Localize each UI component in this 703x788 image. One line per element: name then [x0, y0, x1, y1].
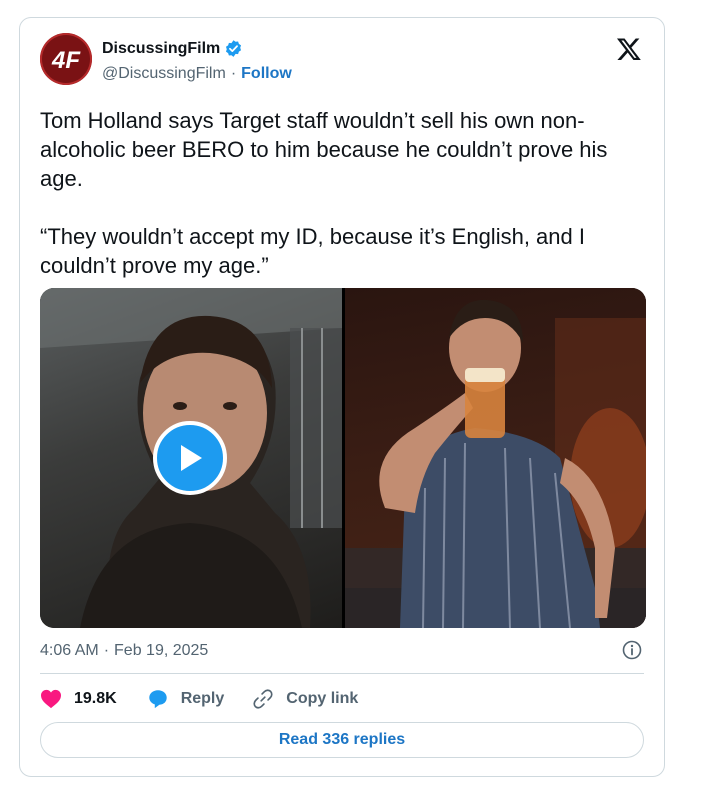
tweet-paragraph: Tom Holland says Target staff wouldn’t s… [40, 108, 608, 191]
action-bar: 19.8K Reply Copy link [40, 684, 358, 714]
reply-label: Reply [180, 690, 225, 707]
like-count: 19.8K [74, 690, 117, 707]
play-button[interactable] [153, 421, 227, 495]
media-grid [40, 288, 646, 628]
tweet-paragraph: “They wouldn’t accept my ID, because it’… [40, 224, 585, 278]
timestamp[interactable]: 4:06 AM · Feb 19, 2025 [40, 642, 208, 660]
reply-bubble-icon [147, 688, 169, 710]
link-icon [252, 688, 274, 710]
reply-button[interactable]: Reply [147, 688, 225, 710]
video-thumbnail[interactable] [40, 288, 342, 628]
author-name[interactable]: DiscussingFilm [102, 40, 220, 58]
copy-link-label: Copy link [286, 690, 359, 707]
read-replies-button[interactable]: Read 336 replies [40, 722, 644, 758]
photo[interactable] [345, 288, 646, 628]
author-name-row: DiscussingFilm [102, 39, 243, 58]
like-button[interactable]: 19.8K [40, 689, 117, 709]
verified-badge-icon [224, 39, 243, 58]
separator: · [230, 65, 237, 82]
photo-image [345, 299, 646, 628]
tweet-time: 4:06 AM [40, 642, 99, 659]
copy-link-button[interactable]: Copy link [252, 688, 358, 710]
avatar-logo-icon: 4F [51, 47, 81, 74]
avatar[interactable]: 4F [40, 33, 92, 85]
tweet-text: Tom Holland says Target staff wouldn’t s… [40, 106, 646, 280]
author-handle[interactable]: @DiscussingFilm [102, 65, 226, 83]
heart-icon [40, 689, 62, 709]
svg-text:4F: 4F [51, 47, 81, 74]
tweet-date: Feb 19, 2025 [114, 642, 209, 659]
play-icon [181, 445, 202, 471]
separator: · [103, 642, 110, 659]
author-handle-row: @DiscussingFilm · Follow [102, 65, 292, 83]
divider [40, 673, 644, 674]
info-icon[interactable] [622, 640, 642, 665]
read-replies-label: Read 336 replies [278, 731, 406, 748]
follow-button[interactable]: Follow [241, 65, 292, 83]
x-logo-icon[interactable] [616, 36, 642, 62]
tweet-card: 4F DiscussingFilm @DiscussingFilm · Foll… [19, 17, 665, 777]
